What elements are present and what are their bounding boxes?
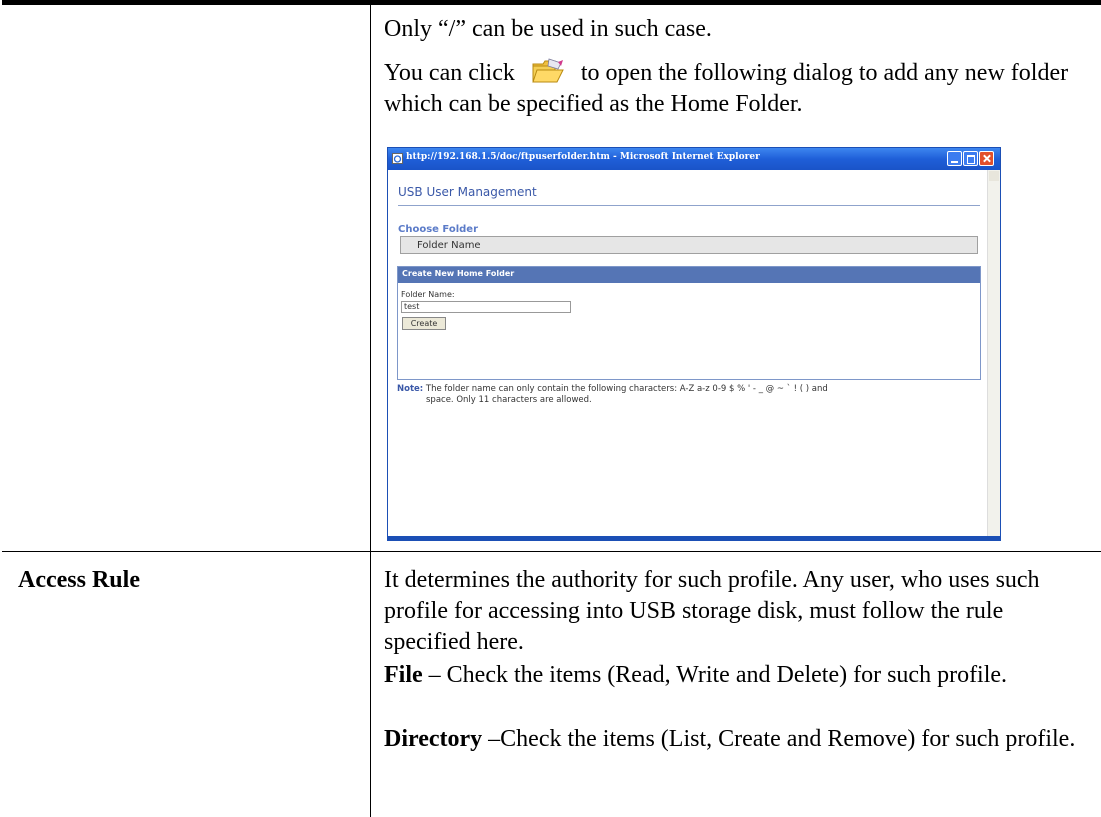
create-button[interactable]: Create xyxy=(402,317,446,330)
scroll-up-arrow[interactable] xyxy=(989,171,999,181)
ie-page-icon xyxy=(392,153,403,164)
directory-term: Directory xyxy=(384,726,483,752)
dialog-scrollbar[interactable] xyxy=(987,170,1000,539)
maximize-button[interactable] xyxy=(963,151,978,166)
row1-paragraph-1: Only “/” can be used in such case. xyxy=(384,16,712,42)
create-panel-header: Create New Home Folder xyxy=(398,267,980,283)
access-rule-description: It determines the authority for such pro… xyxy=(384,567,1040,655)
note-line-2: space. Only 11 characters are allowed. xyxy=(426,395,592,405)
folder-dialog-screenshot: http://192.168.1.5/doc/ftpuserfolder.htm… xyxy=(387,147,1001,541)
access-rule-label: Access Rule xyxy=(18,567,140,593)
dialog-title-bar: http://192.168.1.5/doc/ftpuserfolder.htm… xyxy=(388,148,1000,170)
table-top-rule xyxy=(2,0,1101,5)
file-rule-paragraph: File – Check the items (Read, Write and … xyxy=(384,660,1089,691)
directory-rule-paragraph: Directory –Check the items (List, Create… xyxy=(384,724,1089,755)
close-button[interactable] xyxy=(979,151,994,166)
file-description: – Check the items (Read, Write and Delet… xyxy=(422,662,1008,688)
choose-folder-heading: Choose Folder xyxy=(398,224,479,235)
minimize-button[interactable] xyxy=(947,151,962,166)
dialog-bottom-border xyxy=(388,536,1000,540)
folder-name-input[interactable]: test xyxy=(401,301,571,313)
folder-name-label: Folder Name: xyxy=(401,290,455,299)
create-panel-title: Create New Home Folder xyxy=(402,269,515,278)
dialog-body: USB User Management Choose Folder Folder… xyxy=(392,170,986,536)
directory-description: –Check the items (List, Create and Remov… xyxy=(482,726,1076,752)
folder-list-header: Folder Name xyxy=(400,236,978,254)
note-label: Note: xyxy=(397,384,424,394)
folder-name-column: Folder Name xyxy=(417,240,481,251)
heading-divider xyxy=(398,205,980,206)
note-line-1: The folder name can only contain the fol… xyxy=(425,384,828,394)
file-term: File xyxy=(384,662,423,688)
open-folder-icon xyxy=(532,58,564,83)
row1-paragraph-2: You can click to open the following dial… xyxy=(384,58,1094,120)
dialog-heading: USB User Management xyxy=(398,185,537,199)
row1-p2-before: You can click xyxy=(384,60,515,86)
create-folder-panel: Create New Home Folder Folder Name: test… xyxy=(397,266,981,380)
dialog-title-text: http://192.168.1.5/doc/ftpuserfolder.htm… xyxy=(406,152,760,162)
table-column-divider xyxy=(370,0,371,817)
table-row-divider xyxy=(2,551,1101,552)
dialog-note: Note: The folder name can only contain t… xyxy=(397,384,957,406)
